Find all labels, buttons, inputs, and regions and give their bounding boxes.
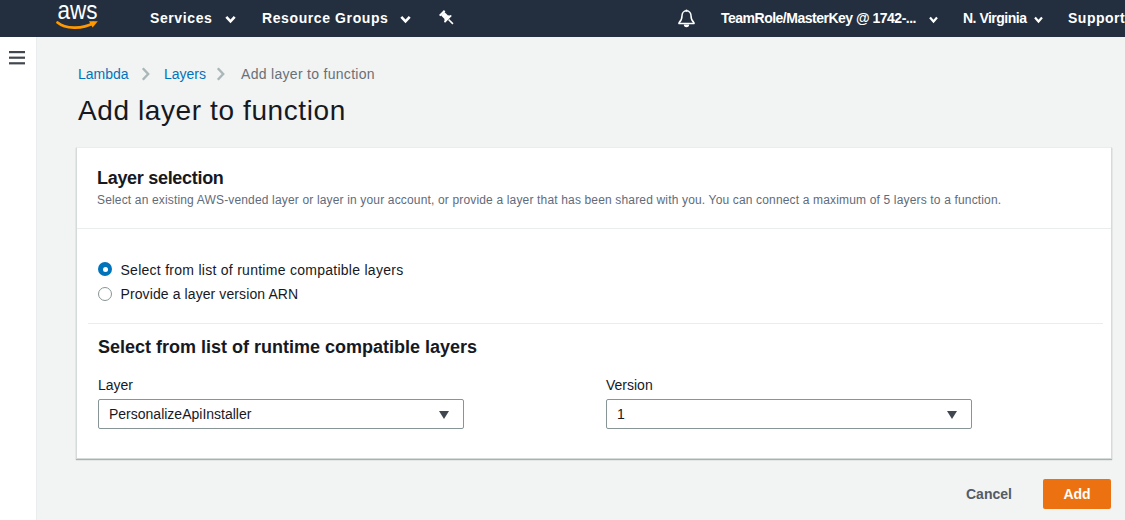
svg-text:aws: aws <box>58 0 98 24</box>
